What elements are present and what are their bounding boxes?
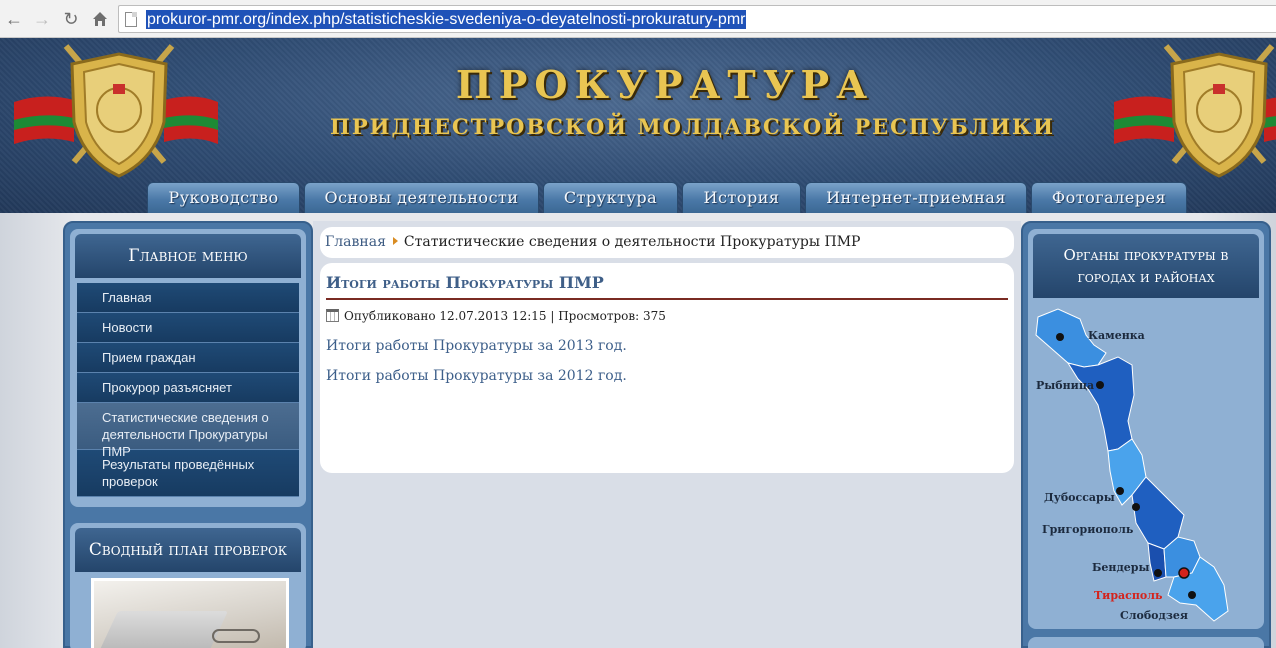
main-menu-title: Главное меню <box>75 234 301 278</box>
nav-tab-foundations[interactable]: Основы деятельности <box>304 182 539 213</box>
article: Итоги работы Прокуратуры ПМР Опубликован… <box>320 263 1014 473</box>
address-bar[interactable]: prokuror-pmr.org/index.php/statistichesk… <box>118 5 1276 33</box>
menu-item-citizen-reception[interactable]: Прием граждан <box>77 343 299 373</box>
link-results-2012[interactable]: Итоги работы Прокуратуры за 2012 год. <box>326 368 1008 384</box>
site-header: ПРОКУРАТУРА ПРИДНЕСТРОВСКОЙ МОЛДАВСКОЙ Р… <box>0 38 1276 213</box>
nav-tab-photogallery[interactable]: Фотогалерея <box>1031 182 1187 213</box>
forward-icon[interactable]: → <box>31 8 53 30</box>
site-title: ПРОКУРАТУРА <box>455 62 875 107</box>
map-label-bendery: Бендеры <box>1092 561 1150 574</box>
map-label-grigoriopol: Григориополь <box>1042 523 1134 536</box>
menu-item-statistics[interactable]: Статистические сведения о деятельности П… <box>77 403 299 459</box>
url-text[interactable]: prokuror-pmr.org/index.php/statistichesk… <box>146 10 747 29</box>
home-icon[interactable] <box>89 8 111 30</box>
article-meta-text: Опубликовано 12.07.2013 12:15 | Просмотр… <box>344 309 666 323</box>
map-label-slobodzeya: Слободзея <box>1120 609 1188 622</box>
next-module <box>1028 637 1264 648</box>
map-region-rybnitsa <box>1066 356 1135 452</box>
nav-tab-leadership[interactable]: Руководство <box>147 182 300 213</box>
laptop-illustration <box>94 611 228 648</box>
page-icon <box>125 12 137 27</box>
back-icon[interactable]: ← <box>3 8 25 30</box>
map-label-tiraspol: Тирасполь <box>1094 589 1163 602</box>
map-dot-tiraspol <box>1178 567 1190 579</box>
breadcrumb: Главная Статистические сведения о деятель… <box>320 227 1014 258</box>
map-dot-dubossary <box>1116 487 1124 495</box>
nav-tab-history[interactable]: История <box>682 182 801 213</box>
inspection-plan-title: Сводный план проверок <box>75 528 301 572</box>
main-menu-module: Главное меню Главная Новости Прием гражд… <box>70 229 306 507</box>
map-label-rybnitsa: Рыбница <box>1036 379 1094 392</box>
link-results-2013[interactable]: Итоги работы Прокуратуры за 2013 год. <box>326 338 1008 354</box>
menu-item-prosecutor-explains[interactable]: Прокурор разъясняет <box>77 373 299 403</box>
nav-tab-structure[interactable]: Структура <box>543 182 678 213</box>
article-title: Итоги работы Прокуратуры ПМР <box>326 273 1008 300</box>
regions-module: Органы прокуратуры в городах и районах К… <box>1028 229 1264 629</box>
map-dot-bendery <box>1154 569 1162 577</box>
nav-tab-internet-reception[interactable]: Интернет-приемная <box>805 182 1027 213</box>
right-sidebar: Органы прокуратуры в городах и районах К… <box>1021 221 1271 648</box>
main-menu: Главная Новости Прием граждан Прокурор р… <box>75 283 301 497</box>
article-meta: Опубликовано 12.07.2013 12:15 | Просмотр… <box>326 309 1008 323</box>
map-dot-grigoriopol <box>1132 503 1140 511</box>
breadcrumb-arrow-icon <box>392 237 398 245</box>
inspection-plan-image[interactable] <box>91 578 289 648</box>
regions-title: Органы прокуратуры в городах и районах <box>1033 234 1259 298</box>
browser-toolbar: ← → ↻ prokuror-pmr.org/index.php/statist… <box>0 0 1276 38</box>
top-navigation: Руководство Основы деятельности Структур… <box>0 182 1276 213</box>
menu-item-news[interactable]: Новости <box>77 313 299 343</box>
map-dot-kamenka <box>1056 333 1064 341</box>
breadcrumb-current: Статистические сведения о деятельности П… <box>403 234 861 250</box>
map-dot-slobodzeya <box>1188 591 1196 599</box>
breadcrumb-home[interactable]: Главная <box>325 234 386 250</box>
menu-item-inspection-results[interactable]: Результаты проведённых проверок <box>77 450 299 497</box>
map-label-dubossary: Дубоссары <box>1044 491 1115 504</box>
coat-of-arms-right <box>1114 44 1276 178</box>
site-subtitle: ПРИДНЕСТРОВСКОЙ МОЛДАВСКОЙ РЕСПУБЛИКИ <box>330 114 1055 139</box>
inspection-plan-module: Сводный план проверок <box>70 523 306 648</box>
regions-map[interactable]: Каменка Рыбница Дубоссары Григориополь Б… <box>1028 305 1264 629</box>
map-label-kamenka: Каменка <box>1088 329 1145 342</box>
left-sidebar: Главное меню Главная Новости Прием гражд… <box>63 221 313 648</box>
glasses-illustration <box>212 629 260 643</box>
calendar-icon <box>326 309 339 322</box>
reload-icon[interactable]: ↻ <box>60 8 82 30</box>
content-area: Главная Статистические сведения о деятель… <box>313 221 1021 648</box>
menu-item-home[interactable]: Главная <box>77 283 299 313</box>
map-dot-rybnitsa <box>1096 381 1104 389</box>
coat-of-arms-left <box>14 44 218 178</box>
